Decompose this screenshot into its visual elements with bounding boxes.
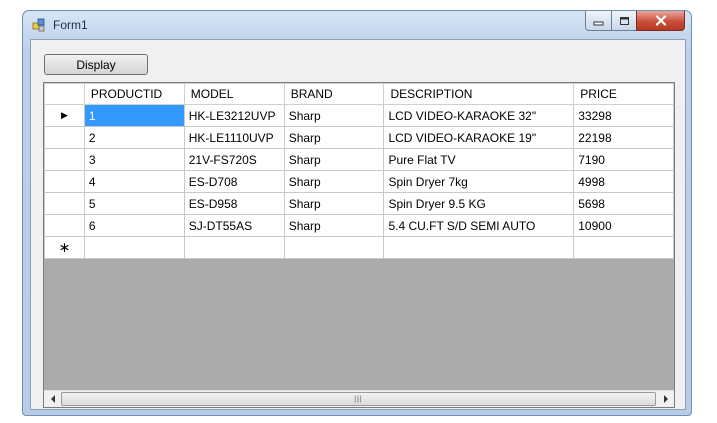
cell-description[interactable]: LCD VIDEO-KARAOKE 19" bbox=[383, 126, 575, 149]
title-bar[interactable]: Form1 bbox=[23, 11, 691, 39]
cell-brand[interactable]: Sharp bbox=[283, 104, 385, 127]
column-header-description[interactable]: DESCRIPTION bbox=[383, 83, 575, 105]
grid-table: PRODUCTID MODEL BRAND DESCRIPTION PRICE … bbox=[44, 83, 674, 259]
cell-productid[interactable]: 2 bbox=[83, 126, 185, 149]
row-header[interactable] bbox=[44, 170, 85, 193]
maximize-button[interactable] bbox=[611, 11, 637, 31]
cell-description[interactable]: Spin Dryer 9.5 KG bbox=[383, 192, 575, 215]
horizontal-scrollbar[interactable]: ||| bbox=[44, 390, 674, 407]
close-icon bbox=[655, 15, 666, 26]
data-grid-view[interactable]: PRODUCTID MODEL BRAND DESCRIPTION PRICE … bbox=[43, 82, 675, 408]
cell-description[interactable]: 5.4 CU.FT S/D SEMI AUTO bbox=[383, 214, 575, 237]
cell-brand[interactable]: Sharp bbox=[283, 192, 385, 215]
row-header[interactable] bbox=[44, 148, 85, 171]
cell-productid[interactable]: 3 bbox=[83, 148, 185, 171]
cell-model[interactable]: HK-LE1110UVP bbox=[183, 126, 285, 149]
cell-productid[interactable]: 4 bbox=[83, 170, 185, 193]
row-header[interactable] bbox=[44, 126, 85, 149]
minimize-button[interactable] bbox=[585, 11, 612, 31]
cell-productid[interactable]: 5 bbox=[83, 192, 185, 215]
cell-brand[interactable]: Sharp bbox=[283, 126, 385, 149]
new-cell[interactable] bbox=[573, 236, 674, 259]
cell-model[interactable]: ES-D708 bbox=[183, 170, 285, 193]
cell-description[interactable]: LCD VIDEO-KARAOKE 32" bbox=[383, 104, 575, 127]
cell-price[interactable]: 4998 bbox=[573, 170, 674, 193]
grid-corner-header[interactable] bbox=[44, 83, 85, 105]
cell-brand[interactable]: Sharp bbox=[283, 148, 385, 171]
scroll-right-arrow-icon bbox=[663, 395, 668, 403]
new-row-asterisk-icon[interactable]: ∗ bbox=[44, 236, 85, 259]
cell-model[interactable]: 21V-FS720S bbox=[183, 148, 285, 171]
cell-price[interactable]: 5698 bbox=[573, 192, 674, 215]
new-row[interactable]: ∗ bbox=[44, 236, 674, 259]
row-header[interactable] bbox=[44, 192, 85, 215]
form-client-area: Display PRODUCTID MODEL BRAND DESCRIPTIO… bbox=[30, 39, 686, 410]
scrollbar-thumb[interactable]: ||| bbox=[61, 392, 656, 406]
cell-productid[interactable]: 6 bbox=[83, 214, 185, 237]
table-row[interactable]: 6 SJ-DT55AS Sharp 5.4 CU.FT S/D SEMI AUT… bbox=[44, 214, 674, 237]
cell-productid[interactable]: 1 bbox=[83, 104, 185, 127]
header-row: PRODUCTID MODEL BRAND DESCRIPTION PRICE bbox=[44, 83, 674, 105]
cell-model[interactable]: HK-LE3212UVP bbox=[183, 104, 285, 127]
cell-price[interactable]: 7190 bbox=[573, 148, 674, 171]
cell-price[interactable]: 10900 bbox=[573, 214, 674, 237]
cell-description[interactable]: Spin Dryer 7kg bbox=[383, 170, 575, 193]
cell-brand[interactable]: Sharp bbox=[283, 214, 385, 237]
table-row[interactable]: 3 21V-FS720S Sharp Pure Flat TV 7190 bbox=[44, 148, 674, 171]
column-header-model[interactable]: MODEL bbox=[183, 83, 285, 105]
app-icon bbox=[32, 18, 46, 32]
close-button[interactable] bbox=[636, 11, 685, 31]
scroll-left-arrow-icon bbox=[50, 395, 55, 403]
display-button[interactable]: Display bbox=[44, 54, 148, 75]
table-row[interactable]: ▶ 1 HK-LE3212UVP Sharp LCD VIDEO-KARAOKE… bbox=[44, 104, 674, 127]
new-cell[interactable] bbox=[383, 236, 575, 259]
row-header[interactable] bbox=[44, 214, 85, 237]
form-window: Form1 Display PRODUCTID MODEL BRAND DESC… bbox=[22, 10, 692, 416]
scroll-grip-icon: ||| bbox=[354, 395, 363, 403]
cell-price[interactable]: 22198 bbox=[573, 126, 674, 149]
column-header-price[interactable]: PRICE bbox=[573, 83, 674, 105]
cell-model[interactable]: SJ-DT55AS bbox=[183, 214, 285, 237]
cell-price[interactable]: 33298 bbox=[573, 104, 674, 127]
column-header-brand[interactable]: BRAND bbox=[283, 83, 385, 105]
maximize-icon bbox=[619, 16, 629, 25]
window-title: Form1 bbox=[53, 18, 88, 32]
new-cell[interactable] bbox=[183, 236, 285, 259]
scroll-right-button[interactable] bbox=[657, 391, 674, 407]
cell-model[interactable]: ES-D958 bbox=[183, 192, 285, 215]
table-row[interactable]: 4 ES-D708 Sharp Spin Dryer 7kg 4998 bbox=[44, 170, 674, 193]
new-cell[interactable] bbox=[283, 236, 385, 259]
current-row-indicator-icon[interactable]: ▶ bbox=[44, 104, 85, 127]
new-cell[interactable] bbox=[83, 236, 185, 259]
cell-description[interactable]: Pure Flat TV bbox=[383, 148, 575, 171]
minimize-icon bbox=[593, 21, 604, 25]
scroll-left-button[interactable] bbox=[44, 391, 61, 407]
cell-brand[interactable]: Sharp bbox=[283, 170, 385, 193]
table-row[interactable]: 5 ES-D958 Sharp Spin Dryer 9.5 KG 5698 bbox=[44, 192, 674, 215]
table-row[interactable]: 2 HK-LE1110UVP Sharp LCD VIDEO-KARAOKE 1… bbox=[44, 126, 674, 149]
column-header-productid[interactable]: PRODUCTID bbox=[83, 83, 185, 105]
